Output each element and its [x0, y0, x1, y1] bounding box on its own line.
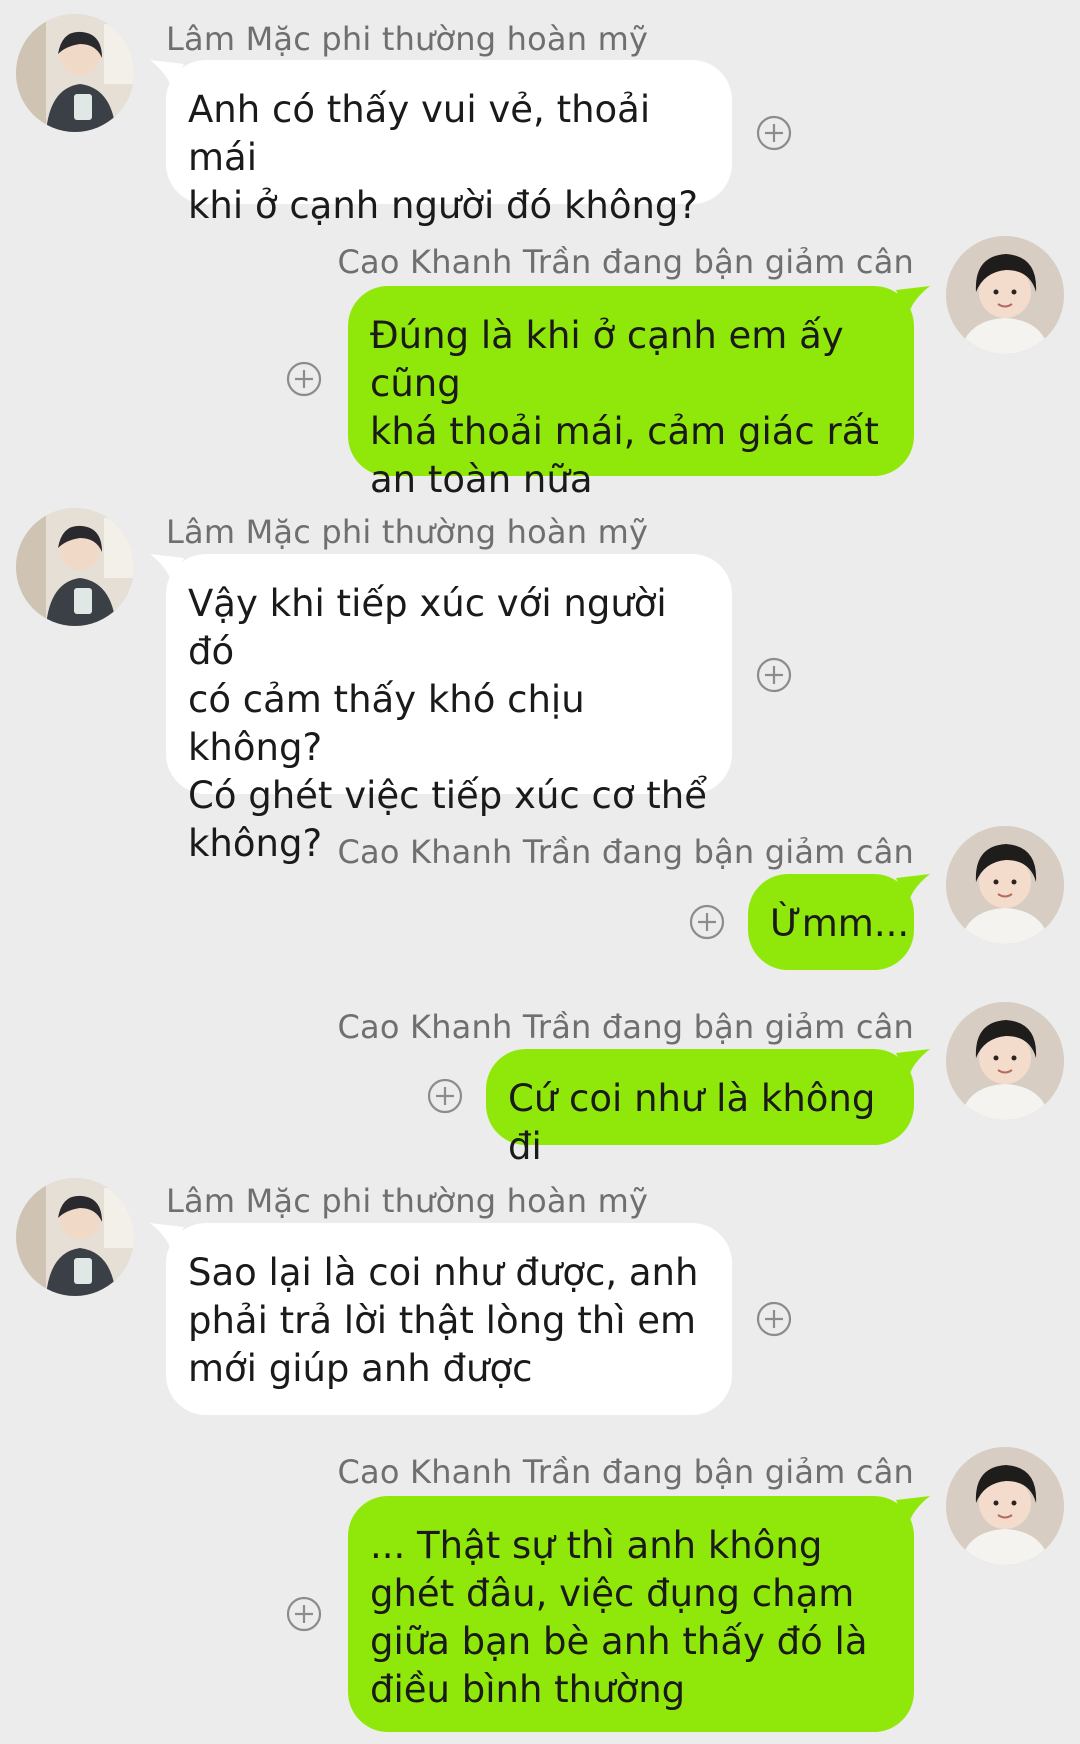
profile-photo-icon — [946, 1002, 1064, 1120]
profile-photo-icon — [16, 14, 134, 132]
profile-photo-icon — [946, 1447, 1064, 1565]
add-circle-icon — [756, 1301, 792, 1337]
profile-photo-icon — [946, 236, 1064, 354]
avatar-cao-khanh-tran[interactable] — [946, 826, 1064, 944]
message-text: Sao lại là coi như được, anh phải trả lờ… — [188, 1251, 699, 1390]
message-text: Ừmm... — [770, 902, 910, 945]
add-circle-icon — [756, 657, 792, 693]
add-circle-icon — [756, 115, 792, 151]
sender-name: Lâm Mặc phi thường hoàn mỹ — [166, 513, 649, 551]
sender-name: Cao Khanh Trần đang bận giảm cân — [337, 1453, 914, 1491]
avatar-cao-khanh-tran[interactable] — [946, 1002, 1064, 1120]
add-reaction-button[interactable] — [427, 1078, 463, 1114]
profile-photo-icon — [16, 1178, 134, 1296]
sender-name: Lâm Mặc phi thường hoàn mỹ — [166, 20, 649, 58]
message-bubble[interactable]: ... Thật sự thì anh không ghét đâu, việc… — [348, 1496, 914, 1732]
avatar-lam-mac[interactable] — [16, 508, 134, 626]
sender-name: Cao Khanh Trần đang bận giảm cân — [337, 1008, 914, 1046]
message-bubble[interactable]: Anh có thấy vui vẻ, thoải mái khi ở cạnh… — [166, 60, 732, 227]
avatar-cao-khanh-tran[interactable] — [946, 236, 1064, 354]
message-text: Anh có thấy vui vẻ, thoải mái khi ở cạnh… — [188, 88, 699, 227]
avatar-cao-khanh-tran[interactable] — [946, 1447, 1064, 1565]
add-reaction-button[interactable] — [756, 1301, 792, 1337]
message-text: Cứ coi như là không đi — [508, 1077, 876, 1168]
add-reaction-button[interactable] — [756, 115, 792, 151]
avatar-lam-mac[interactable] — [16, 14, 134, 132]
add-reaction-button[interactable] — [286, 361, 322, 397]
profile-photo-icon — [16, 508, 134, 626]
message-text: ... Thật sự thì anh không ghét đâu, việc… — [370, 1524, 868, 1711]
message-bubble[interactable]: Vậy khi tiếp xúc với người đó có cảm thấ… — [166, 554, 732, 865]
message-bubble[interactable]: Ừmm... — [748, 874, 914, 970]
add-circle-icon — [427, 1078, 463, 1114]
add-reaction-button[interactable] — [286, 1596, 322, 1632]
add-reaction-button[interactable] — [689, 904, 725, 940]
message-bubble[interactable]: Cứ coi như là không đi — [486, 1049, 914, 1168]
sender-name: Lâm Mặc phi thường hoàn mỹ — [166, 1182, 649, 1220]
message-bubble[interactable]: Đúng là khi ở cạnh em ấy cũng khá thoải … — [348, 286, 914, 501]
profile-photo-icon — [946, 826, 1064, 944]
add-reaction-button[interactable] — [756, 657, 792, 693]
sender-name: Cao Khanh Trần đang bận giảm cân — [337, 243, 914, 281]
sender-name: Cao Khanh Trần đang bận giảm cân — [337, 833, 914, 871]
message-text: Vậy khi tiếp xúc với người đó có cảm thấ… — [188, 582, 707, 865]
add-circle-icon — [286, 1596, 322, 1632]
avatar-lam-mac[interactable] — [16, 1178, 134, 1296]
message-text: Đúng là khi ở cạnh em ấy cũng khá thoải … — [370, 314, 879, 501]
message-bubble[interactable]: Sao lại là coi như được, anh phải trả lờ… — [166, 1223, 732, 1415]
add-circle-icon — [286, 361, 322, 397]
add-circle-icon — [689, 904, 725, 940]
